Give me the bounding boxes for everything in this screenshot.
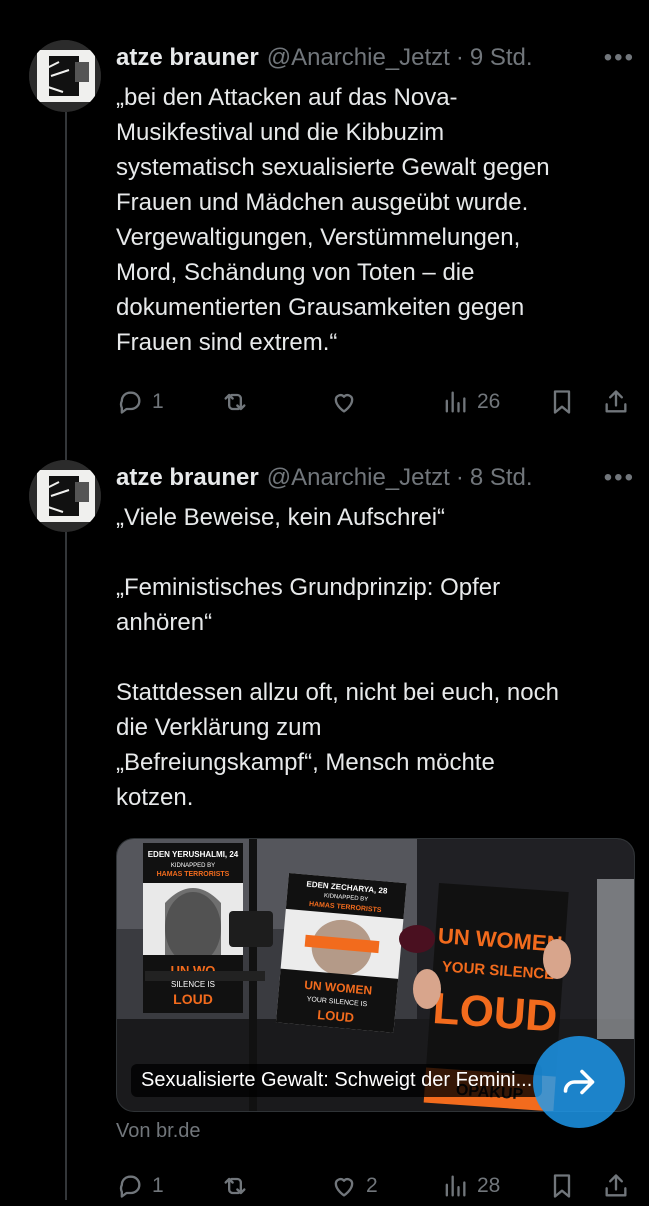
separator-dot: · [455, 44, 464, 71]
share-icon [605, 1174, 627, 1197]
repost-icon [224, 393, 246, 411]
tweet-header: atze brauner @Anarchie_Jetzt · 8 Std. ••… [116, 461, 635, 495]
views-button[interactable]: 26 [441, 382, 500, 422]
views-icon [445, 1175, 466, 1197]
views-button[interactable]: 28 [441, 1166, 500, 1206]
author-name[interactable]: atze brauner [116, 464, 259, 492]
bookmark-button[interactable] [548, 1166, 576, 1206]
bookmark-icon [553, 390, 571, 414]
poster-1-name: EDEN YERUSHALMI, 24 [148, 850, 239, 859]
bookmark-icon [553, 1174, 571, 1198]
reply-count: 1 [152, 1174, 164, 1197]
separator-dot: · [455, 464, 464, 491]
share-arrow-icon [563, 1069, 595, 1095]
reply-button[interactable]: 1 [116, 1166, 164, 1206]
author-handle[interactable]: @Anarchie_Jetzt [267, 44, 450, 72]
like-icon [334, 1178, 354, 1197]
views-icon [445, 391, 466, 413]
author-handle[interactable]: @Anarchie_Jetzt [267, 464, 450, 492]
repost-icon [224, 1177, 246, 1195]
reply-icon [119, 391, 141, 414]
reply-count: 1 [152, 390, 164, 413]
share-button[interactable] [602, 382, 630, 422]
like-button[interactable]: 2 [330, 1166, 378, 1206]
like-count: 2 [366, 1174, 378, 1197]
views-count: 26 [477, 390, 501, 413]
card-source[interactable]: Von br.de [116, 1120, 201, 1143]
reply-icon [119, 1175, 141, 1198]
more-icon[interactable]: ••• [604, 466, 635, 490]
poster-2-loud: LOUD [317, 1007, 355, 1025]
like-button[interactable] [330, 382, 366, 422]
like-icon [334, 394, 354, 413]
author-name[interactable]: atze brauner [116, 44, 259, 72]
share-icon [605, 390, 627, 413]
poster-1-loud: LOUD [173, 991, 213, 1007]
reply-button[interactable]: 1 [116, 382, 164, 422]
share-button[interactable] [602, 1166, 630, 1206]
poster-3-loud: LOUD [431, 984, 559, 1042]
tweet-actions: 1 26 [116, 382, 636, 422]
thread-connector-line [65, 112, 67, 1200]
timestamp[interactable]: 8 Std. [470, 464, 533, 492]
avatar[interactable] [29, 40, 101, 112]
avatar[interactable] [29, 460, 101, 532]
poster-1-silence: SILENCE IS [171, 980, 215, 989]
more-icon[interactable]: ••• [604, 46, 635, 70]
views-count: 28 [477, 1174, 501, 1197]
tweet-text: „Viele Beweise, kein Aufschrei“ „Feminis… [116, 504, 559, 811]
repost-button[interactable] [221, 1166, 257, 1206]
poster-1-hamas: HAMAS TERRORISTS [157, 871, 230, 878]
tweet-text: „bei den Attacken auf das Nova- Musikfes… [116, 84, 550, 356]
bookmark-button[interactable] [548, 382, 576, 422]
tweet-header: atze brauner @Anarchie_Jetzt · 9 Std. ••… [116, 41, 635, 75]
card-title: Sexualisierte Gewalt: Schweigt der Femin… [131, 1064, 543, 1097]
timestamp[interactable]: 9 Std. [470, 44, 533, 72]
compose-share-fab[interactable] [533, 1036, 625, 1128]
poster-1-kidnapped: KIDNAPPED BY [171, 863, 215, 869]
repost-button[interactable] [221, 382, 257, 422]
tweet-actions: 1 2 28 [116, 1166, 636, 1206]
